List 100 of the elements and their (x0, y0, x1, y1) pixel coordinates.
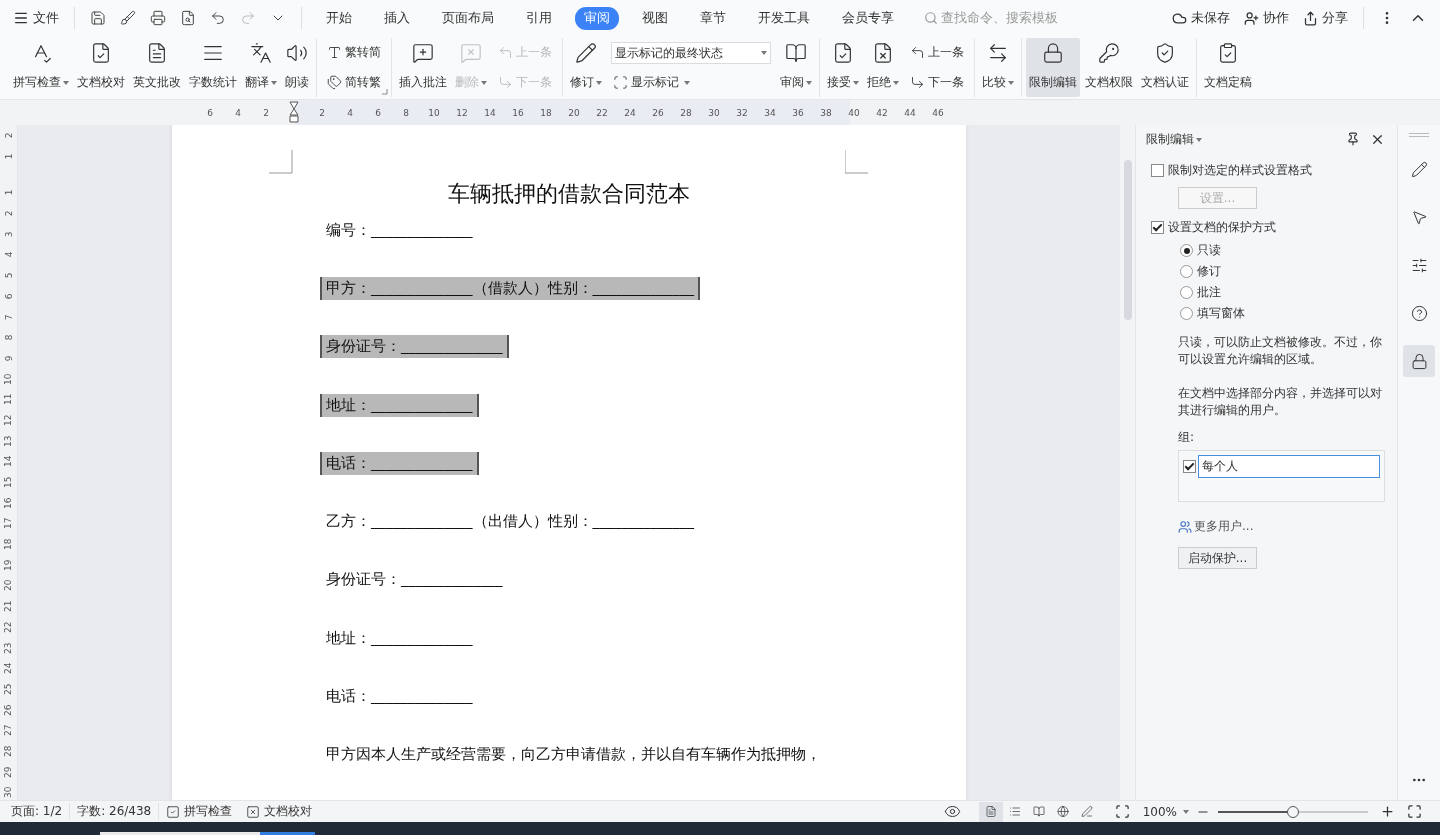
ribbon-button[interactable]: 比较 (979, 38, 1017, 97)
command-icon (1098, 42, 1120, 64)
ribbon-button[interactable]: 朗读 (282, 38, 312, 97)
protection-mode-radio[interactable]: 批注 (1180, 284, 1385, 301)
ruler-number: 27 (2, 724, 15, 737)
command-icon (460, 42, 482, 64)
protection-checkbox[interactable]: 设置文档的保护方式 (1151, 219, 1385, 236)
ruler-number: 30 (2, 786, 15, 799)
ribbon-small-button[interactable]: 下一条 (908, 71, 966, 93)
markup-dropdown[interactable]: 显示标记的最终状态 (611, 42, 771, 64)
ribbon-button[interactable]: 文档校对 (74, 38, 128, 97)
printer-icon[interactable] (150, 10, 166, 26)
ribbon-small-button[interactable]: 简转繁 (325, 71, 383, 93)
more-users-link[interactable]: 更多用户... (1178, 518, 1385, 535)
ruler-number: 9 (2, 355, 15, 362)
protection-mode-radio[interactable]: 只读 (1180, 242, 1385, 259)
top-action-button[interactable]: 未保存 (1167, 6, 1235, 30)
page-icon[interactable] (984, 804, 997, 819)
cross-box-icon (246, 804, 261, 819)
ruler-number: 34 (763, 107, 777, 118)
ruler-number: 4 (346, 107, 354, 118)
pencil-icon[interactable] (1410, 160, 1428, 178)
group-checkbox[interactable] (1183, 460, 1196, 473)
ribbon-button[interactable]: 英文批改 (130, 38, 184, 97)
ribbon-button[interactable]: 修订 (567, 38, 605, 97)
protection-mode-radio[interactable]: 填写窗体 (1180, 305, 1385, 322)
ribbon-tab[interactable]: 引用 (517, 6, 561, 30)
ribbon-tab[interactable]: 审阅 (575, 6, 619, 30)
globe-icon[interactable] (1056, 804, 1069, 819)
ribbon-tab[interactable]: 视图 (633, 6, 677, 30)
pointer-icon[interactable] (1410, 208, 1428, 226)
undo-icon[interactable] (210, 10, 226, 26)
ribbon-tab[interactable]: 插入 (375, 6, 419, 30)
margin-corner-mark (269, 150, 293, 174)
pen-icon[interactable] (1080, 804, 1093, 819)
ribbon-tab[interactable]: 页面布局 (433, 6, 503, 30)
ribbon-button[interactable]: 限制编辑 (1026, 38, 1080, 97)
top-action-button[interactable]: 协作 (1239, 6, 1294, 30)
group-item[interactable]: 每个人 (1198, 455, 1380, 478)
side-tool-button[interactable] (1403, 345, 1435, 377)
ruler-number: 22 (595, 107, 609, 118)
ribbon-button[interactable]: 接受 (824, 38, 862, 97)
ruler-number: 12 (2, 414, 15, 426)
ribbon-button[interactable]: 翻译 (242, 38, 280, 97)
fit-icon[interactable] (1114, 804, 1130, 819)
ruler-number: 10 (2, 373, 15, 385)
command-icon (286, 42, 308, 64)
book-icon[interactable] (1032, 804, 1045, 819)
zoom-dropdown[interactable]: 100% (1135, 804, 1196, 819)
description-text: 只读，可以防止文档被修改。不过，你可以设置允许编辑的区域。 (1178, 334, 1383, 368)
lock-icon[interactable] (1410, 352, 1428, 370)
ruler-number: 28 (2, 745, 15, 757)
ruler-number: 44 (903, 107, 917, 118)
drag-handle[interactable] (1409, 133, 1429, 137)
ruler-number: 42 (875, 107, 889, 118)
top-action-button[interactable]: 分享 (1298, 6, 1353, 30)
ruler-number: 2 (318, 107, 326, 118)
spell-check-button[interactable]: 拼写检查 (159, 803, 240, 820)
ribbon-button[interactable]: 拒绝 (864, 38, 902, 97)
ribbon-small-button[interactable]: 繁转简 (325, 42, 383, 64)
help-icon[interactable] (1410, 304, 1428, 322)
ribbon-button[interactable]: 拼写检查 (10, 38, 72, 97)
close-icon[interactable] (1370, 132, 1385, 147)
zoom-in-icon[interactable] (1380, 804, 1395, 819)
command-icon (1217, 42, 1239, 64)
ribbon-button[interactable]: 字数统计 (186, 38, 240, 97)
ribbon-tab[interactable]: 开发工具 (749, 6, 819, 30)
protection-mode-radio[interactable]: 修订 (1180, 263, 1385, 280)
pin-icon[interactable] (1346, 132, 1360, 146)
fullscreen-icon[interactable] (1407, 804, 1422, 819)
proofread-button[interactable]: 文档校对 (239, 803, 320, 820)
ribbon-tab[interactable]: 会员专享 (833, 6, 903, 30)
ribbon-button[interactable]: 文档认证 (1138, 38, 1192, 97)
ruler-number: 5 (2, 272, 15, 279)
ribbon-button[interactable]: 文档权限 (1082, 38, 1136, 97)
ribbon-tab[interactable]: 章节 (691, 6, 735, 30)
indent-marker-icon[interactable] (289, 100, 299, 123)
start-protection-button[interactable]: 启动保护... (1178, 547, 1257, 569)
list-icon[interactable] (1008, 804, 1021, 819)
ribbon-small-button[interactable]: 显示标记 (611, 72, 771, 93)
ribbon-button[interactable]: 插入批注 (396, 38, 450, 97)
ribbon-button[interactable]: 文档定稿 (1201, 38, 1255, 97)
save-icon[interactable] (90, 10, 106, 26)
format-restriction-checkbox[interactable]: 限制对选定的样式设置格式 (1151, 162, 1385, 179)
preview-icon[interactable] (180, 10, 196, 26)
sliders-icon[interactable] (1410, 256, 1428, 274)
file-menu[interactable]: 文件 (8, 6, 64, 30)
eye-icon[interactable] (943, 803, 961, 820)
ribbon-tab[interactable]: 开始 (317, 6, 361, 30)
scrollbar-thumb[interactable] (1123, 160, 1132, 320)
ruler-number: 32 (735, 107, 749, 118)
pane-title[interactable]: 限制编辑 (1146, 131, 1202, 148)
ribbon-small-button[interactable]: 上一条 (908, 42, 966, 64)
brush-icon[interactable] (120, 10, 136, 26)
command-icon (910, 45, 925, 61)
document-title: 车辆抵押的借款合同范本 (447, 180, 691, 208)
command-icon (498, 45, 513, 61)
view-mode-button[interactable] (978, 801, 1003, 822)
command-icon (146, 42, 168, 64)
ribbon-button[interactable]: 审阅 (777, 38, 815, 97)
